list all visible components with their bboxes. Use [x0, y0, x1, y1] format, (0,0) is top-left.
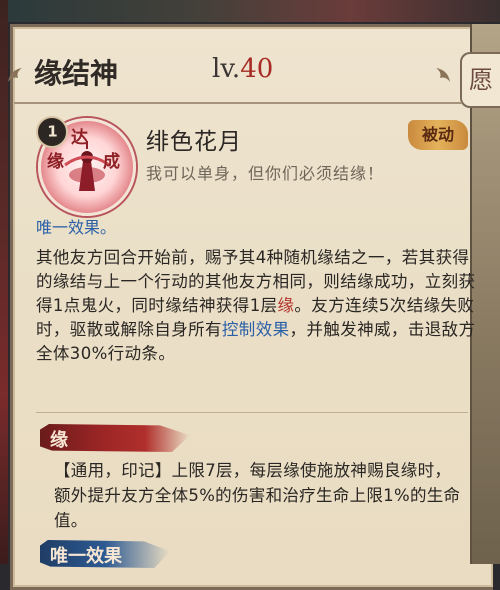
- ornament-icon: [436, 68, 450, 82]
- skill-description: 其他友方回合开始前，赐予其4种随机缘结之一，若其获得的缘结与上一个行动的其他友方…: [36, 246, 476, 366]
- buff-title: 缘: [50, 430, 68, 451]
- section-divider: [36, 412, 468, 413]
- panel-header: 缘结神 lv.40: [14, 30, 462, 104]
- buff-description: 【通用，印记】上限7层，每层缘使施放神赐良缘时，额外提升友方全体5%的伤害和治疗…: [54, 461, 461, 530]
- avatar-char: 缘: [47, 152, 64, 172]
- shikigami-name: 缘结神: [34, 57, 119, 90]
- avatar-char: 达: [71, 128, 88, 148]
- side-tab[interactable]: 愿: [460, 52, 500, 108]
- next-section-title: 唯一效果: [50, 546, 122, 567]
- ornament-icon: [8, 68, 22, 82]
- avatar-char: 成: [103, 152, 120, 172]
- skill-name: 绯色花月: [146, 129, 242, 155]
- skill-type-badge: 被动: [408, 120, 468, 150]
- level-value: 40: [240, 54, 274, 84]
- level-display: lv.40: [212, 54, 273, 84]
- keyword-yuan[interactable]: 缘: [278, 296, 295, 315]
- keyword-control-effect[interactable]: 控制效果: [222, 320, 290, 339]
- background-top: [0, 0, 500, 22]
- unique-effect-label: 唯一效果。: [36, 218, 117, 237]
- skill-slot-number: 1: [47, 122, 58, 141]
- skill-quote: 我可以单身，但你们必须结缘！: [146, 164, 385, 183]
- level-prefix: lv.: [212, 54, 241, 84]
